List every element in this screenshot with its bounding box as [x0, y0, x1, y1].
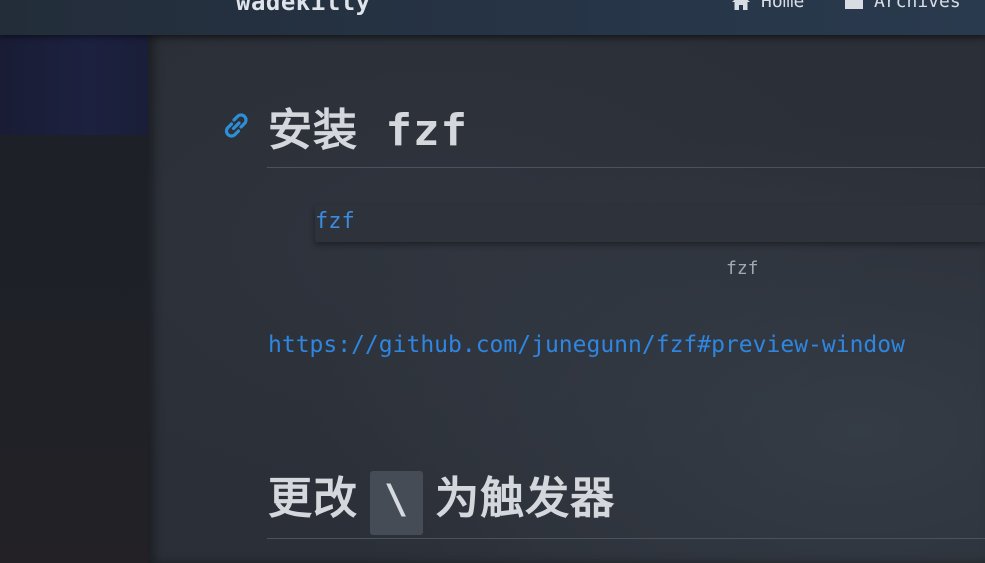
github-preview-window-link[interactable]: https://github.com/junegunn/fzf#preview-… — [268, 332, 905, 358]
nav-archives-label: Archives — [874, 0, 961, 12]
heading-anchor-link[interactable] — [220, 108, 252, 142]
sidebar-panel — [0, 135, 148, 563]
top-navbar: wadekilly Home Archives — [0, 0, 985, 35]
code-block-text: fzf — [315, 209, 355, 234]
heading-install-fzf: 安装 fzf — [268, 105, 468, 156]
code-caption: fzf — [726, 258, 759, 279]
home-icon — [731, 0, 751, 11]
nav-home-link[interactable]: Home — [731, 0, 804, 12]
heading-trigger-text-before: 更改 — [268, 473, 358, 524]
site-brand[interactable]: wadekilly — [236, 0, 371, 16]
heading-trigger-text-after: 为触发器 — [435, 473, 616, 524]
heading-divider-2 — [267, 538, 985, 539]
code-block: fzf — [315, 205, 985, 242]
folder-icon — [844, 0, 864, 10]
heading-divider — [267, 167, 985, 168]
nav-home-label: Home — [761, 0, 805, 12]
sidebar-header-panel — [0, 35, 148, 135]
link-icon — [220, 113, 252, 146]
heading-inline-code: \ — [370, 471, 424, 535]
heading-change-trigger: 更改 \ 为触发器 — [268, 462, 615, 535]
nav-archives-link[interactable]: Archives — [844, 0, 961, 12]
